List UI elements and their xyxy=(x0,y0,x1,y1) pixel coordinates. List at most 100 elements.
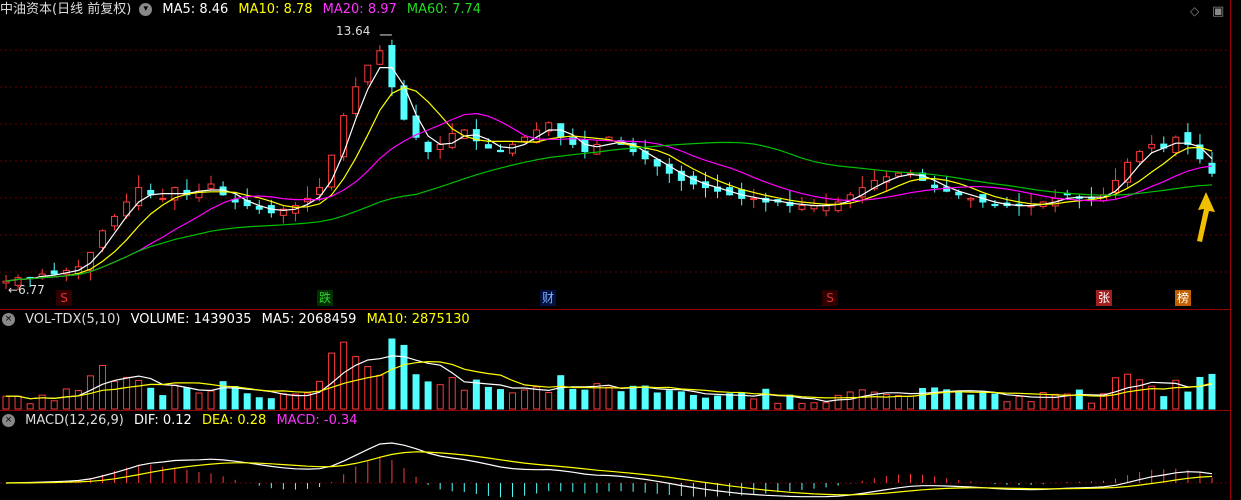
dea-label: DEA: 0.28 xyxy=(201,413,267,428)
volume-bar xyxy=(74,390,82,410)
candle-body xyxy=(388,45,396,88)
candle-body xyxy=(1172,136,1180,153)
stock-title[interactable]: 中油资本(日线 前复权) xyxy=(0,2,131,17)
chevron-down-icon[interactable]: ▾ xyxy=(139,3,153,16)
volume-bar xyxy=(991,393,999,410)
candle-body xyxy=(1136,151,1144,163)
volume-bar xyxy=(714,395,722,410)
vol-title[interactable]: VOL-TDX(5,10) xyxy=(25,312,120,327)
volume-bar xyxy=(605,386,613,410)
volume-bar xyxy=(195,392,203,410)
volume-bar xyxy=(569,388,577,410)
volume-bar xyxy=(496,389,504,410)
macd-close-icon[interactable]: × xyxy=(2,414,15,427)
candle-body xyxy=(496,149,504,153)
volume-bar xyxy=(750,398,758,410)
candle-body xyxy=(581,139,589,153)
dif-label: DIF: 0.12 xyxy=(134,413,192,428)
volume-bar xyxy=(98,364,106,410)
volume-bar xyxy=(677,391,685,410)
candle-body xyxy=(1148,143,1156,149)
candle-body xyxy=(894,172,902,177)
volume-bar xyxy=(50,400,58,410)
candle-body xyxy=(50,270,58,275)
volume-bar xyxy=(822,402,830,410)
volume-bar xyxy=(1039,392,1047,410)
volume-bar xyxy=(267,398,275,410)
ma60-label: MA60: 7.74 xyxy=(406,2,482,17)
volume-bar xyxy=(701,397,709,410)
vol-close-icon[interactable]: × xyxy=(2,313,15,326)
price-header: 中油资本(日线 前复权) ▾ MA5: 8.46 MA10: 8.78 MA20:… xyxy=(0,0,487,20)
volume-bar xyxy=(810,402,818,410)
volume-bar xyxy=(617,391,625,410)
volume-bar xyxy=(424,381,432,410)
volume-bar xyxy=(388,338,396,410)
volume-bar xyxy=(979,390,987,410)
volume-bar xyxy=(798,402,806,410)
volume-bar xyxy=(2,395,10,410)
event-marker[interactable]: 榜 xyxy=(1175,290,1191,306)
volume-bar xyxy=(1003,401,1011,410)
volume-bar xyxy=(364,366,372,410)
candle-body xyxy=(352,86,360,115)
candle-body xyxy=(991,203,999,207)
volume-bar xyxy=(376,374,384,410)
volume-bar xyxy=(581,389,589,410)
ma5-line xyxy=(5,66,1213,282)
candle-body xyxy=(448,133,456,148)
macd-header: × MACD(12,26,9) DIF: 0.12 DEA: 0.28 MACD… xyxy=(0,411,364,431)
macd-label: MACD: -0.34 xyxy=(276,413,358,428)
candle-body xyxy=(484,144,492,149)
volume-bar xyxy=(665,390,673,410)
volume-bar xyxy=(26,403,34,410)
candle-body xyxy=(207,183,215,189)
event-marker[interactable]: 张 xyxy=(1096,290,1112,306)
volume-bar xyxy=(858,389,866,410)
volume-bar xyxy=(509,392,517,410)
event-marker[interactable]: 财 xyxy=(540,290,556,306)
volume-bar xyxy=(557,375,565,410)
candle-body xyxy=(376,50,384,65)
volume-bar xyxy=(279,393,287,410)
settings-icon[interactable]: ◇ xyxy=(1190,4,1199,18)
volume-header: × VOL-TDX(5,10) VOLUME: 1439035 MA5: 206… xyxy=(0,310,476,330)
candlestick-chart[interactable] xyxy=(0,0,1230,308)
ma5-label: MA5: 8.46 xyxy=(162,2,229,17)
candle-body xyxy=(328,154,336,188)
candle-body xyxy=(967,197,975,201)
volume-bar xyxy=(460,389,468,410)
vol-ma10: MA10: 2875130 xyxy=(366,312,470,327)
volume-bar xyxy=(291,393,299,410)
volume-bar xyxy=(135,379,143,410)
price-panel[interactable]: 中油资本(日线 前复权) ▾ MA5: 8.46 MA10: 8.78 MA20:… xyxy=(0,0,1230,308)
volume-bar xyxy=(1160,396,1168,410)
volume-bar xyxy=(545,391,553,410)
volume-panel[interactable]: × VOL-TDX(5,10) VOLUME: 1439035 MA5: 206… xyxy=(0,310,1230,410)
ma20-label: MA20: 8.97 xyxy=(322,2,397,17)
event-marker[interactable]: S xyxy=(56,290,72,306)
volume-bar xyxy=(1208,373,1216,410)
volume-bar xyxy=(1136,379,1144,410)
candle-body xyxy=(424,141,432,153)
volume-bar xyxy=(907,395,914,410)
volume-bar xyxy=(207,390,215,410)
candle-body xyxy=(955,191,963,196)
menu-icon[interactable]: ▣ xyxy=(1212,4,1224,19)
volume-bar xyxy=(1184,391,1192,410)
volume-bar xyxy=(340,341,348,410)
volume-bar xyxy=(62,388,70,410)
macd-panel[interactable]: × MACD(12,26,9) DIF: 0.12 DEA: 0.28 MACD… xyxy=(0,411,1230,500)
candle-body xyxy=(509,143,517,154)
volume-bar xyxy=(533,386,541,410)
volume-bar xyxy=(786,394,794,410)
volume-bar xyxy=(123,376,131,410)
event-marker[interactable]: 跌 xyxy=(317,290,333,306)
event-marker[interactable]: S xyxy=(822,290,838,306)
volume-bar xyxy=(400,344,408,410)
candle-body xyxy=(159,197,167,200)
macd-title[interactable]: MACD(12,26,9) xyxy=(25,413,124,428)
volume-bar xyxy=(1027,401,1035,410)
volume-bar xyxy=(243,393,251,410)
candle-body xyxy=(436,143,444,150)
